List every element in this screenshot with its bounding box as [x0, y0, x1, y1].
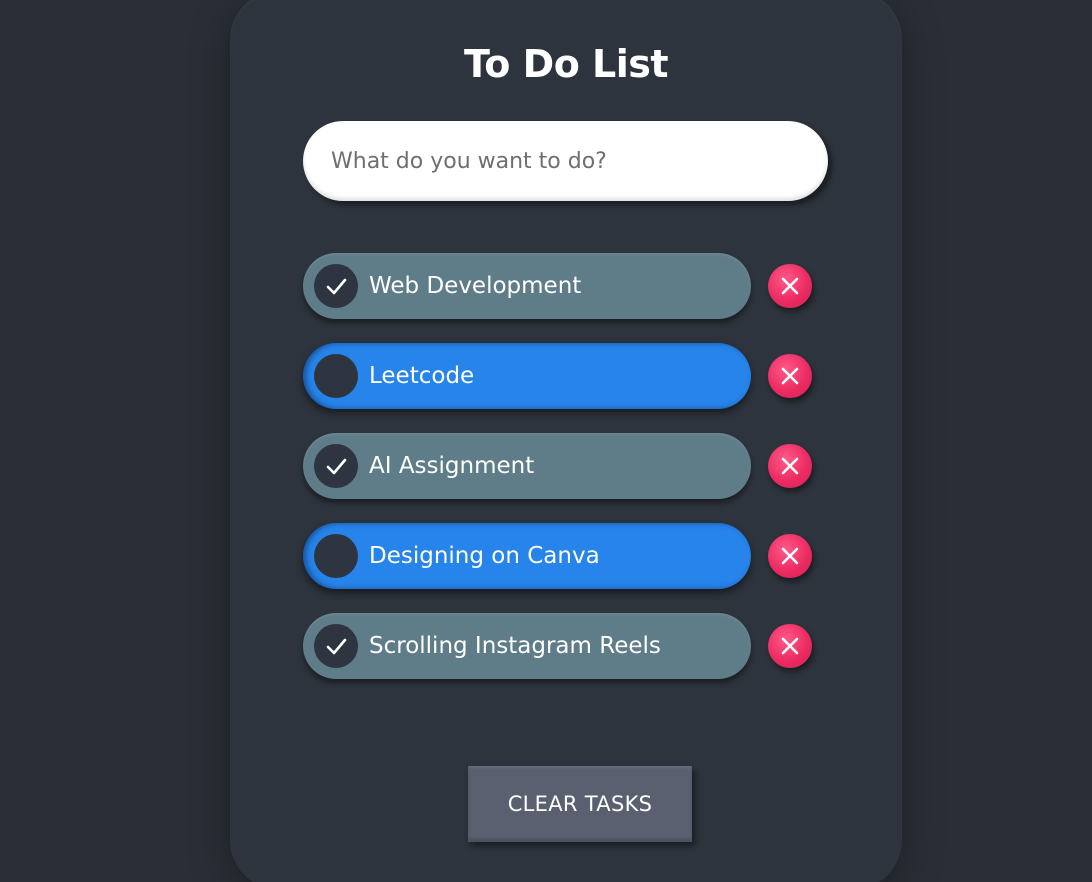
task-checkbox[interactable] — [314, 444, 358, 488]
clear-tasks-button[interactable]: CLEAR TASKS — [468, 766, 692, 842]
page-title: To Do List — [463, 42, 669, 86]
close-icon — [781, 367, 799, 385]
task-item: AI Assignment — [303, 433, 823, 523]
close-icon — [781, 547, 799, 565]
check-icon — [326, 458, 347, 475]
task-pill[interactable]: Web Development — [303, 253, 751, 319]
page: To Do List Web Development — [0, 0, 1092, 882]
close-icon — [781, 637, 799, 655]
close-icon — [781, 277, 799, 295]
task-pill[interactable]: Leetcode — [303, 343, 751, 409]
delete-task-button[interactable] — [768, 624, 812, 668]
todo-card: To Do List Web Development — [230, 0, 902, 882]
task-item: Web Development — [303, 253, 823, 343]
task-label: AI Assignment — [369, 453, 535, 479]
task-list: Web Development Leetcode AI Assignment D… — [303, 253, 823, 703]
new-task-input[interactable] — [303, 121, 828, 201]
delete-task-button[interactable] — [768, 354, 812, 398]
task-checkbox[interactable] — [314, 624, 358, 668]
task-pill[interactable]: Designing on Canva — [303, 523, 751, 589]
task-checkbox[interactable] — [314, 354, 358, 398]
delete-task-button[interactable] — [768, 264, 812, 308]
task-label: Leetcode — [369, 363, 475, 389]
delete-task-button[interactable] — [768, 534, 812, 578]
task-label: Scrolling Instagram Reels — [369, 633, 661, 659]
check-icon — [326, 638, 347, 655]
task-label: Web Development — [369, 273, 582, 299]
task-item: Designing on Canva — [303, 523, 823, 613]
task-pill[interactable]: Scrolling Instagram Reels — [303, 613, 751, 679]
delete-task-button[interactable] — [768, 444, 812, 488]
check-icon — [326, 278, 347, 295]
task-pill[interactable]: AI Assignment — [303, 433, 751, 499]
close-icon — [781, 457, 799, 475]
task-checkbox[interactable] — [314, 264, 358, 308]
task-label: Designing on Canva — [369, 543, 600, 569]
task-item: Leetcode — [303, 343, 823, 433]
task-item: Scrolling Instagram Reels — [303, 613, 823, 703]
task-checkbox[interactable] — [314, 534, 358, 578]
